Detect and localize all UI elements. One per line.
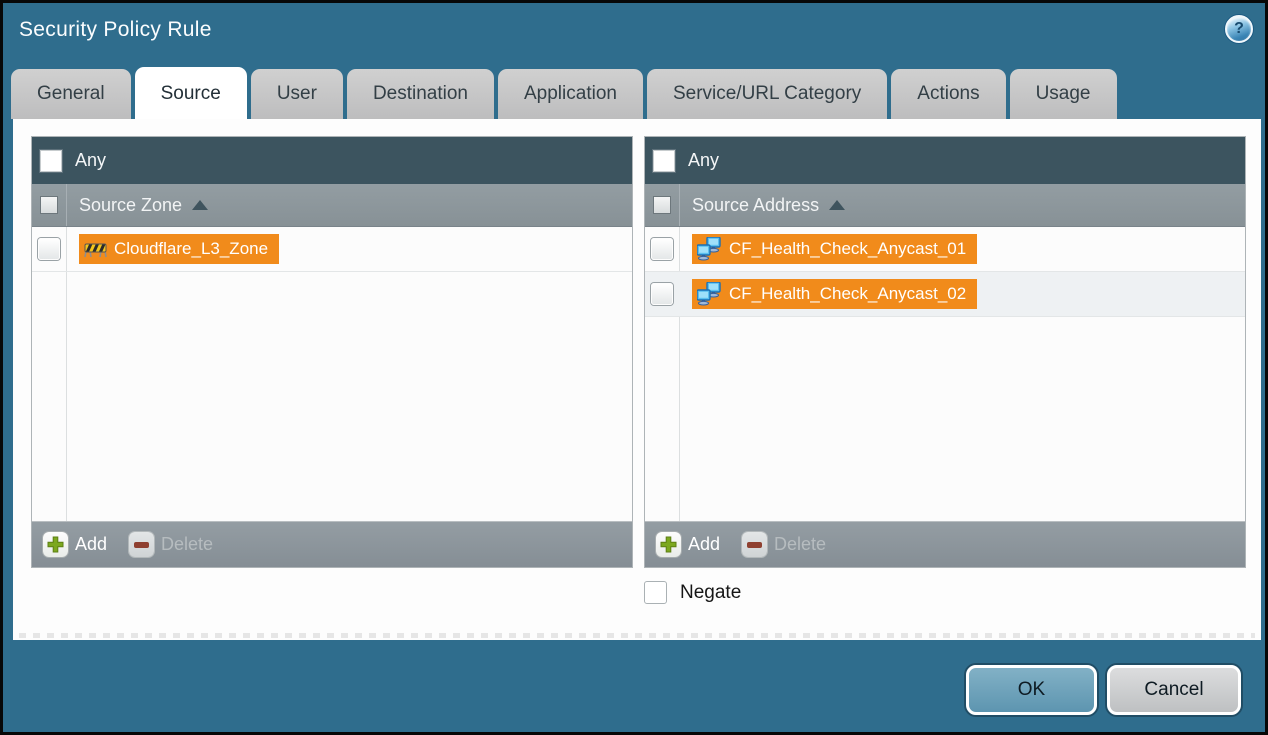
header-divider [66, 184, 67, 226]
zone-icon [84, 241, 107, 258]
source-address-any-row: Any [645, 137, 1245, 184]
delete-button[interactable]: Delete [129, 532, 213, 557]
dialog-content: Any Source Zone Cloudflare_L3_Zone Add [13, 119, 1261, 640]
item-label: CF_Health_Check_Anycast_02 [729, 284, 966, 304]
plus-icon [656, 532, 681, 557]
tab-general[interactable]: General [11, 69, 131, 119]
row-checkbox-cell [645, 283, 679, 305]
help-icon[interactable]: ? [1225, 15, 1253, 43]
table-row: CF_Health_Check_Anycast_02 [645, 272, 1245, 317]
tab-bar: GeneralSourceUserDestinationApplicationS… [11, 69, 1117, 119]
table-row: CF_Health_Check_Anycast_01 [645, 227, 1245, 272]
address-icon [697, 237, 722, 261]
header-divider [679, 184, 680, 226]
source-address-item[interactable]: CF_Health_Check_Anycast_01 [692, 234, 977, 264]
sort-asc-icon[interactable] [192, 200, 208, 210]
ok-button[interactable]: OK [966, 665, 1097, 715]
item-label: Cloudflare_L3_Zone [114, 239, 268, 259]
tab-user[interactable]: User [251, 69, 343, 119]
source-zone-panel: Any Source Zone Cloudflare_L3_Zone Add [31, 136, 633, 568]
source-zone-list: Cloudflare_L3_Zone [32, 227, 632, 521]
source-zone-item[interactable]: Cloudflare_L3_Zone [79, 234, 279, 264]
security-policy-rule-dialog: Security Policy Rule ? GeneralSourceUser… [0, 0, 1268, 735]
row-checkbox[interactable] [38, 238, 60, 260]
source-zone-select-all-checkbox[interactable] [40, 196, 58, 214]
delete-button[interactable]: Delete [742, 532, 826, 557]
plus-icon [43, 532, 68, 557]
source-address-any-checkbox[interactable] [653, 150, 675, 172]
source-zone-header-label: Source Zone [79, 195, 182, 216]
add-button[interactable]: Add [43, 532, 107, 557]
source-address-header-label: Source Address [692, 195, 819, 216]
negate-checkbox[interactable] [644, 581, 667, 604]
sort-asc-icon[interactable] [829, 200, 845, 210]
delete-label: Delete [161, 534, 213, 555]
source-address-column-header[interactable]: Source Address [645, 184, 1245, 227]
item-label: CF_Health_Check_Anycast_01 [729, 239, 966, 259]
tab-source[interactable]: Source [135, 67, 247, 121]
tab-destination[interactable]: Destination [347, 69, 494, 119]
tab-service-url-category[interactable]: Service/URL Category [647, 69, 887, 119]
source-address-item[interactable]: CF_Health_Check_Anycast_02 [692, 279, 977, 309]
source-address-footer: Add Delete [645, 521, 1245, 567]
source-zone-any-checkbox[interactable] [40, 150, 62, 172]
source-address-list: CF_Health_Check_Anycast_01 CF_Health_Chec… [645, 227, 1245, 521]
source-zone-footer: Add Delete [32, 521, 632, 567]
source-address-panel: Any Source Address CF_Health_Check_Anyca… [644, 136, 1246, 568]
add-label: Add [75, 534, 107, 555]
tab-usage[interactable]: Usage [1010, 69, 1117, 119]
source-zone-any-label: Any [75, 150, 106, 171]
source-address-select-all-checkbox[interactable] [653, 196, 671, 214]
row-checkbox[interactable] [651, 238, 673, 260]
tab-application[interactable]: Application [498, 69, 643, 119]
delete-label: Delete [774, 534, 826, 555]
address-icon [697, 282, 722, 306]
source-zone-any-row: Any [32, 137, 632, 184]
negate-label: Negate [680, 582, 741, 604]
minus-icon [742, 532, 767, 557]
minus-icon [129, 532, 154, 557]
source-address-any-label: Any [688, 150, 719, 171]
row-checkbox-cell [645, 238, 679, 260]
add-label: Add [688, 534, 720, 555]
cancel-button[interactable]: Cancel [1107, 665, 1241, 715]
table-row: Cloudflare_L3_Zone [32, 227, 632, 272]
negate-row: Negate [644, 581, 741, 604]
add-button[interactable]: Add [656, 532, 720, 557]
row-checkbox[interactable] [651, 283, 673, 305]
source-zone-column-header[interactable]: Source Zone [32, 184, 632, 227]
row-checkbox-cell [32, 238, 66, 260]
tab-actions[interactable]: Actions [891, 69, 1005, 119]
dialog-title: Security Policy Rule [19, 18, 212, 42]
